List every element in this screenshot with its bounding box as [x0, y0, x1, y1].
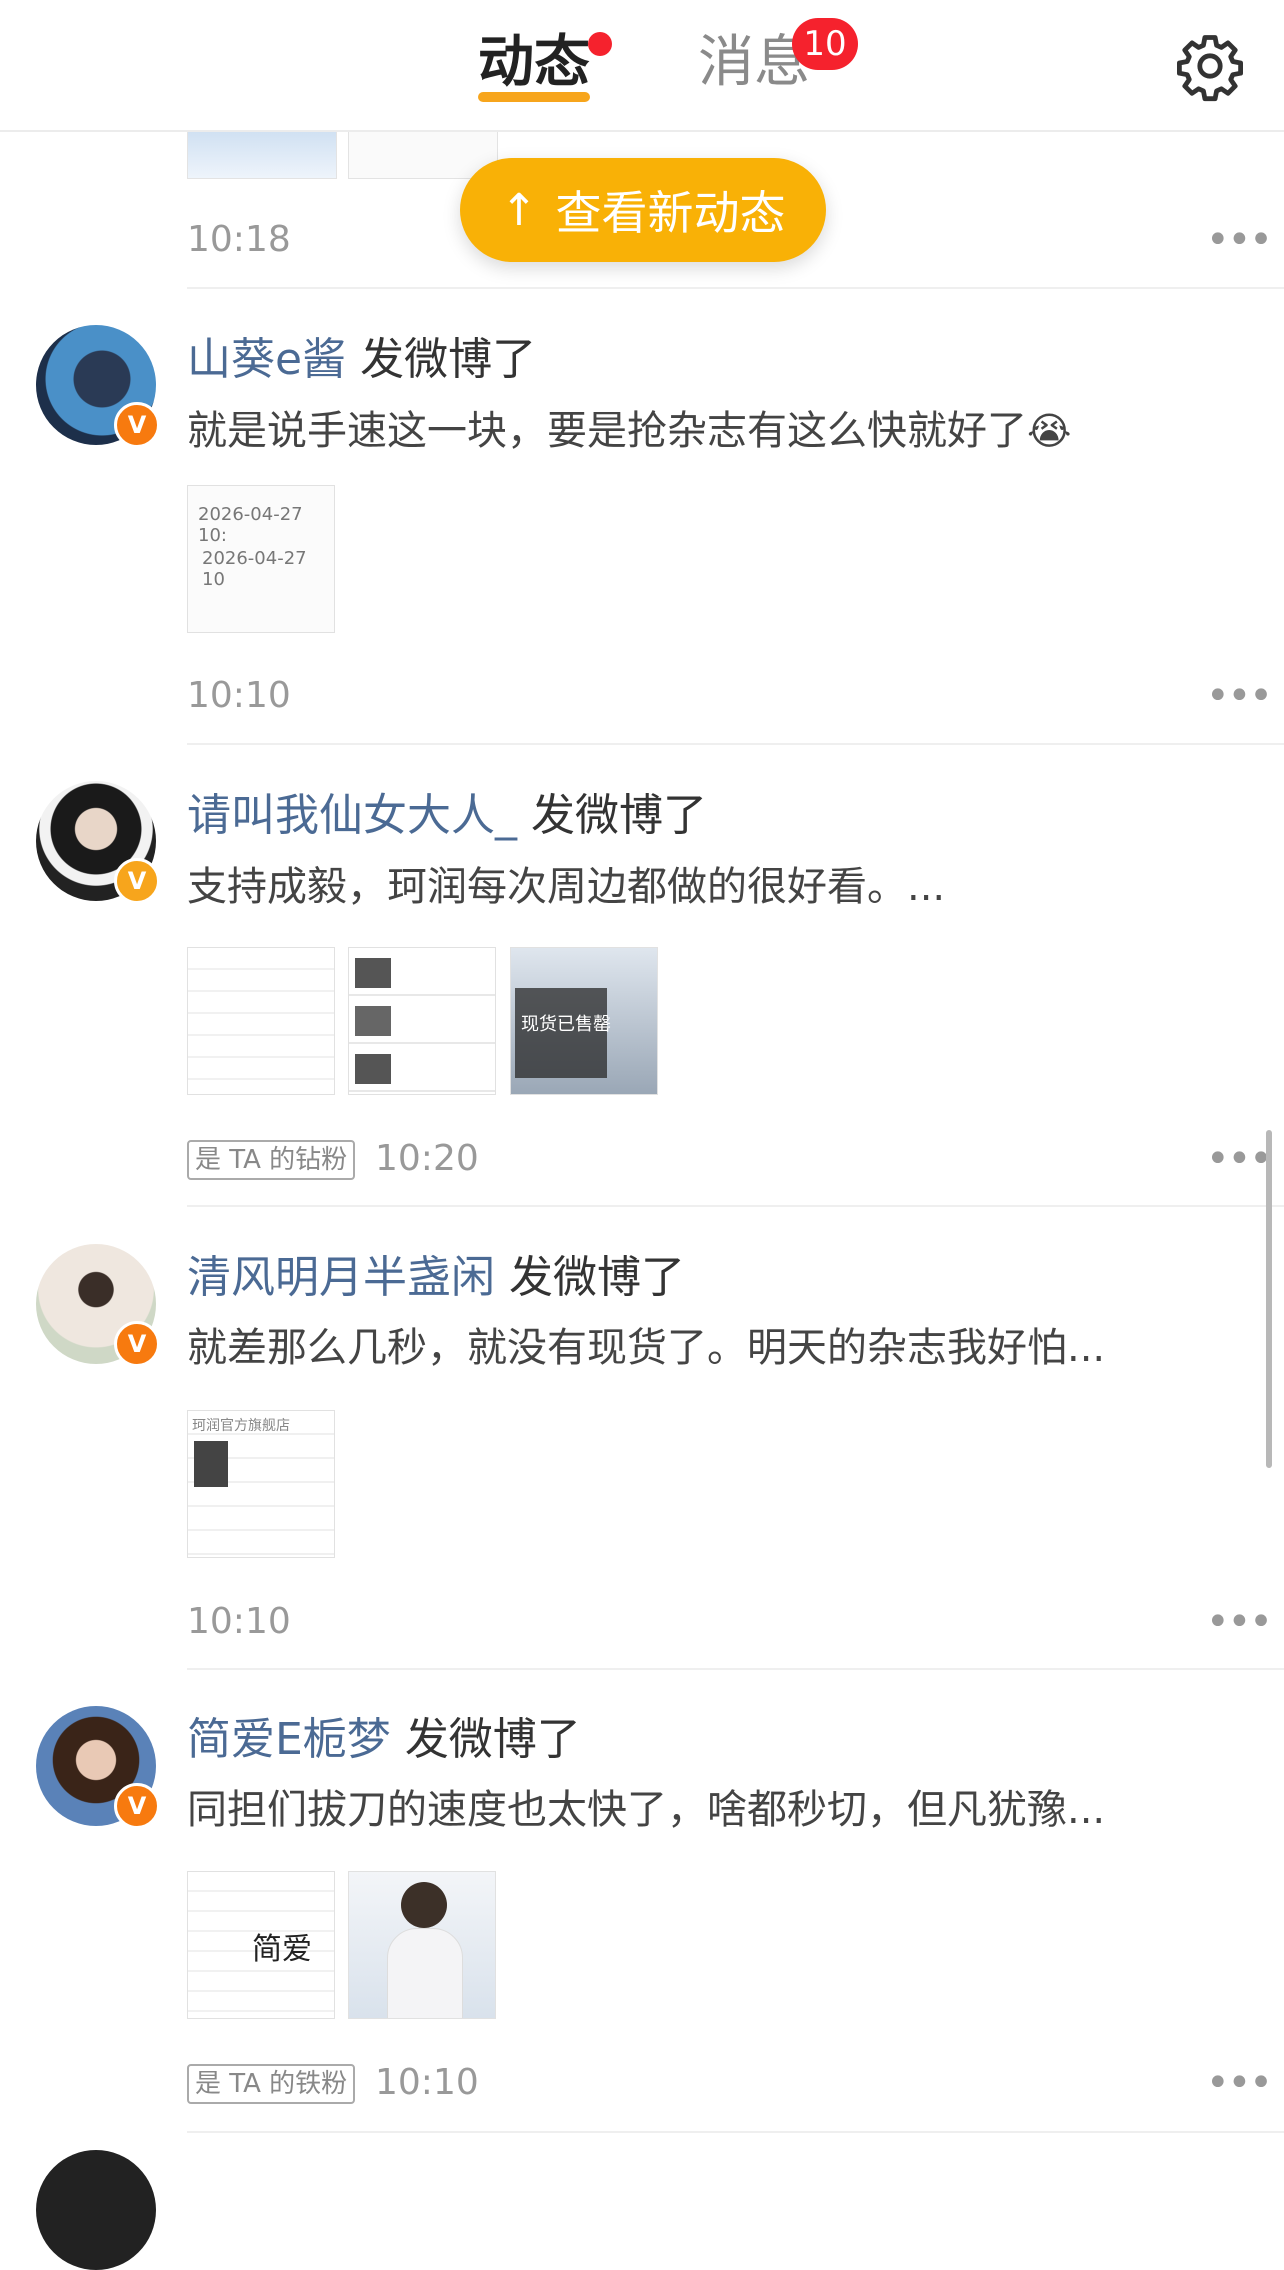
post-time: 10:20: [375, 1138, 479, 1179]
post-text[interactable]: 就差那么几秒，就没有现货了。明天的杂志我好怕...: [187, 1322, 1105, 1374]
messages-badge: 10: [792, 18, 858, 70]
post-time: 10:10: [187, 675, 291, 716]
post-action: 发微博了: [509, 1252, 685, 1303]
divider: [187, 1668, 1284, 1670]
post-headline: 简爱E栀梦 发微博了: [187, 1712, 581, 1768]
post-text[interactable]: 支持成毅，珂润每次周边都做的很好看。...: [187, 861, 945, 913]
more-dots-icon[interactable]: •••: [1206, 2063, 1273, 2103]
divider: [187, 2131, 1284, 2133]
post-headline: 清风明月半盏闲 发微博了: [187, 1250, 685, 1306]
verified-badge-icon: V: [114, 858, 160, 904]
top-bar: 动态 消息 10: [0, 0, 1284, 132]
post-text-content: 就是说手速这一块，要是抢杂志有这么快就好了: [187, 408, 1027, 454]
username-link[interactable]: 请叫我仙女大人_: [187, 790, 517, 841]
post-action: 发微博了: [404, 1714, 581, 1765]
username-link[interactable]: 山葵e酱: [187, 334, 346, 385]
new-feed-dot: [588, 32, 612, 56]
see-new-posts-button[interactable]: ↑ 查看新动态: [460, 158, 826, 262]
image-text: 2026-04-27 10:: [198, 504, 303, 546]
more-dots-icon[interactable]: •••: [1206, 1139, 1273, 1179]
post-action: 发微博了: [531, 790, 707, 841]
avatar[interactable]: [36, 2150, 156, 2270]
image-text: 简爱: [252, 1932, 312, 1967]
username-link[interactable]: 清风明月半盏闲: [187, 1252, 495, 1303]
more-dots-icon[interactable]: •••: [1206, 676, 1273, 716]
divider: [187, 1205, 1284, 1207]
post-image[interactable]: 珂润官方旗舰店: [187, 1410, 335, 1558]
post-action: 发微博了: [360, 334, 537, 385]
post-time: 10:10: [187, 1601, 291, 1642]
see-new-posts-label: 查看新动态: [555, 186, 786, 240]
active-tab-indicator: [478, 92, 590, 102]
post-image[interactable]: 2026-04-27 10: 2026-04-27 10: [187, 485, 335, 633]
divider: [187, 287, 1284, 289]
post-image[interactable]: [348, 1871, 496, 2019]
post-image[interactable]: 简爱: [187, 1871, 335, 2019]
image-text: 现货已售罄: [521, 1014, 611, 1035]
image-text: 2026-04-27 10: [202, 548, 307, 590]
post-image[interactable]: [187, 130, 337, 179]
verified-badge-icon: V: [114, 402, 160, 448]
crying-emoji-icon: 😭: [1027, 409, 1072, 453]
post-time: 10:10: [375, 2062, 479, 2103]
username-link[interactable]: 简爱E栀梦: [187, 1714, 391, 1765]
tab-feed[interactable]: 动态: [478, 28, 590, 98]
verified-badge-icon: V: [114, 1321, 160, 1367]
post-text[interactable]: 就是说手速这一块，要是抢杂志有这么快就好了😭: [187, 405, 1071, 457]
arrow-up-icon: ↑: [500, 184, 538, 236]
post-headline: 山葵e酱 发微博了: [187, 332, 536, 388]
post-image[interactable]: [348, 947, 496, 1095]
more-dots-icon[interactable]: •••: [1206, 220, 1273, 260]
post-headline: 请叫我仙女大人_ 发微博了: [187, 788, 707, 844]
post-image[interactable]: 现货已售罄: [510, 947, 658, 1095]
gear-icon[interactable]: [1174, 30, 1246, 102]
scrollbar[interactable]: [1266, 1130, 1272, 1468]
fan-level-tag: 是 TA 的钻粉: [187, 1140, 356, 1180]
post-image[interactable]: [187, 947, 335, 1095]
post-time: 10:18: [187, 219, 291, 260]
more-dots-icon[interactable]: •••: [1206, 1602, 1273, 1642]
image-text: 珂润官方旗舰店: [192, 1418, 290, 1434]
post-text[interactable]: 同担们拔刀的速度也太快了，啥都秒切，但凡犹豫...: [187, 1784, 1105, 1836]
fan-level-tag: 是 TA 的铁粉: [187, 2064, 356, 2104]
verified-badge-icon: V: [114, 1783, 160, 1829]
divider: [187, 743, 1284, 745]
